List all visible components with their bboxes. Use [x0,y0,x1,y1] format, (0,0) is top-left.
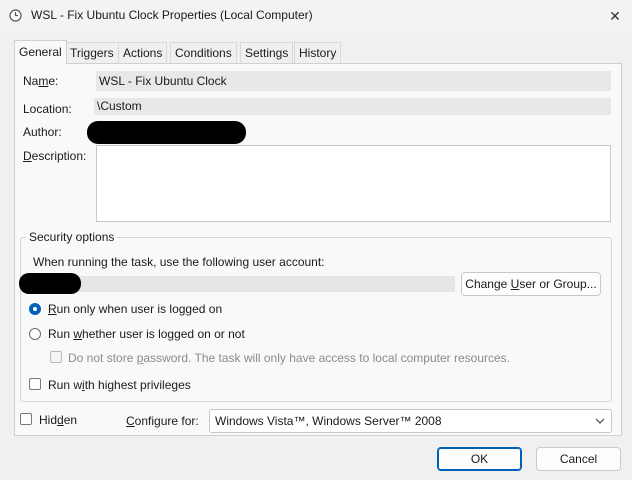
run-only-logged-on-label[interactable]: Run only when user is logged on [48,302,222,316]
run-highest-privileges-checkbox[interactable] [29,378,41,390]
tab-general[interactable]: General [14,40,67,64]
hidden-label[interactable]: Hidden [39,413,77,427]
change-user-or-group-button[interactable]: Change User or Group... [461,272,601,296]
run-whether-logged-on-label[interactable]: Run whether user is logged on or not [48,327,245,341]
name-label: Name: [23,74,59,88]
tab-label: Conditions [175,46,232,60]
tab-actions[interactable]: Actions [118,42,168,63]
run-highest-privileges-label[interactable]: Run with highest privileges [48,378,191,392]
run-only-logged-on-radio[interactable] [29,303,41,315]
tab-label: Actions [123,46,163,60]
hidden-checkbox[interactable] [20,413,32,425]
user-account-redaction [19,273,81,294]
window-title: WSL - Fix Ubuntu Clock Properties (Local… [31,8,313,22]
clock-icon [9,9,22,22]
description-textarea[interactable] [96,145,611,222]
tab-label: General [19,45,62,59]
configure-for-value: Windows Vista™, Windows Server™ 2008 [215,414,442,428]
security-options-legend: Security options [26,230,118,244]
configure-for-label: Configure for: [126,414,199,428]
location-label: Location: [23,102,72,116]
account-prompt: When running the task, use the following… [33,255,325,269]
ok-button[interactable]: OK [437,447,522,471]
tab-label: Triggers [70,46,114,60]
close-icon: ✕ [609,7,621,24]
configure-for-dropdown[interactable]: Windows Vista™, Windows Server™ 2008 [209,409,612,433]
name-field[interactable]: WSL - Fix Ubuntu Clock [96,71,611,91]
close-button[interactable]: ✕ [600,2,630,30]
tab-triggers[interactable]: Triggers [65,42,119,63]
description-label: Description: [23,149,87,163]
tab-label: History [299,46,337,60]
cancel-button[interactable]: Cancel [536,447,621,471]
author-redaction [87,121,246,144]
tab-conditions[interactable]: Conditions [170,42,237,63]
tab-label: Settings [245,46,289,60]
location-field[interactable]: \Custom [94,98,611,115]
tab-history[interactable]: History [294,42,342,63]
author-label: Author: [23,125,62,139]
chevron-down-icon [595,413,605,432]
do-not-store-password-label: Do not store password. The task will onl… [68,351,510,365]
do-not-store-password-checkbox[interactable] [50,351,62,363]
tab-settings[interactable]: Settings [240,42,294,63]
user-account-field [22,276,455,292]
run-whether-logged-on-radio[interactable] [29,328,41,340]
